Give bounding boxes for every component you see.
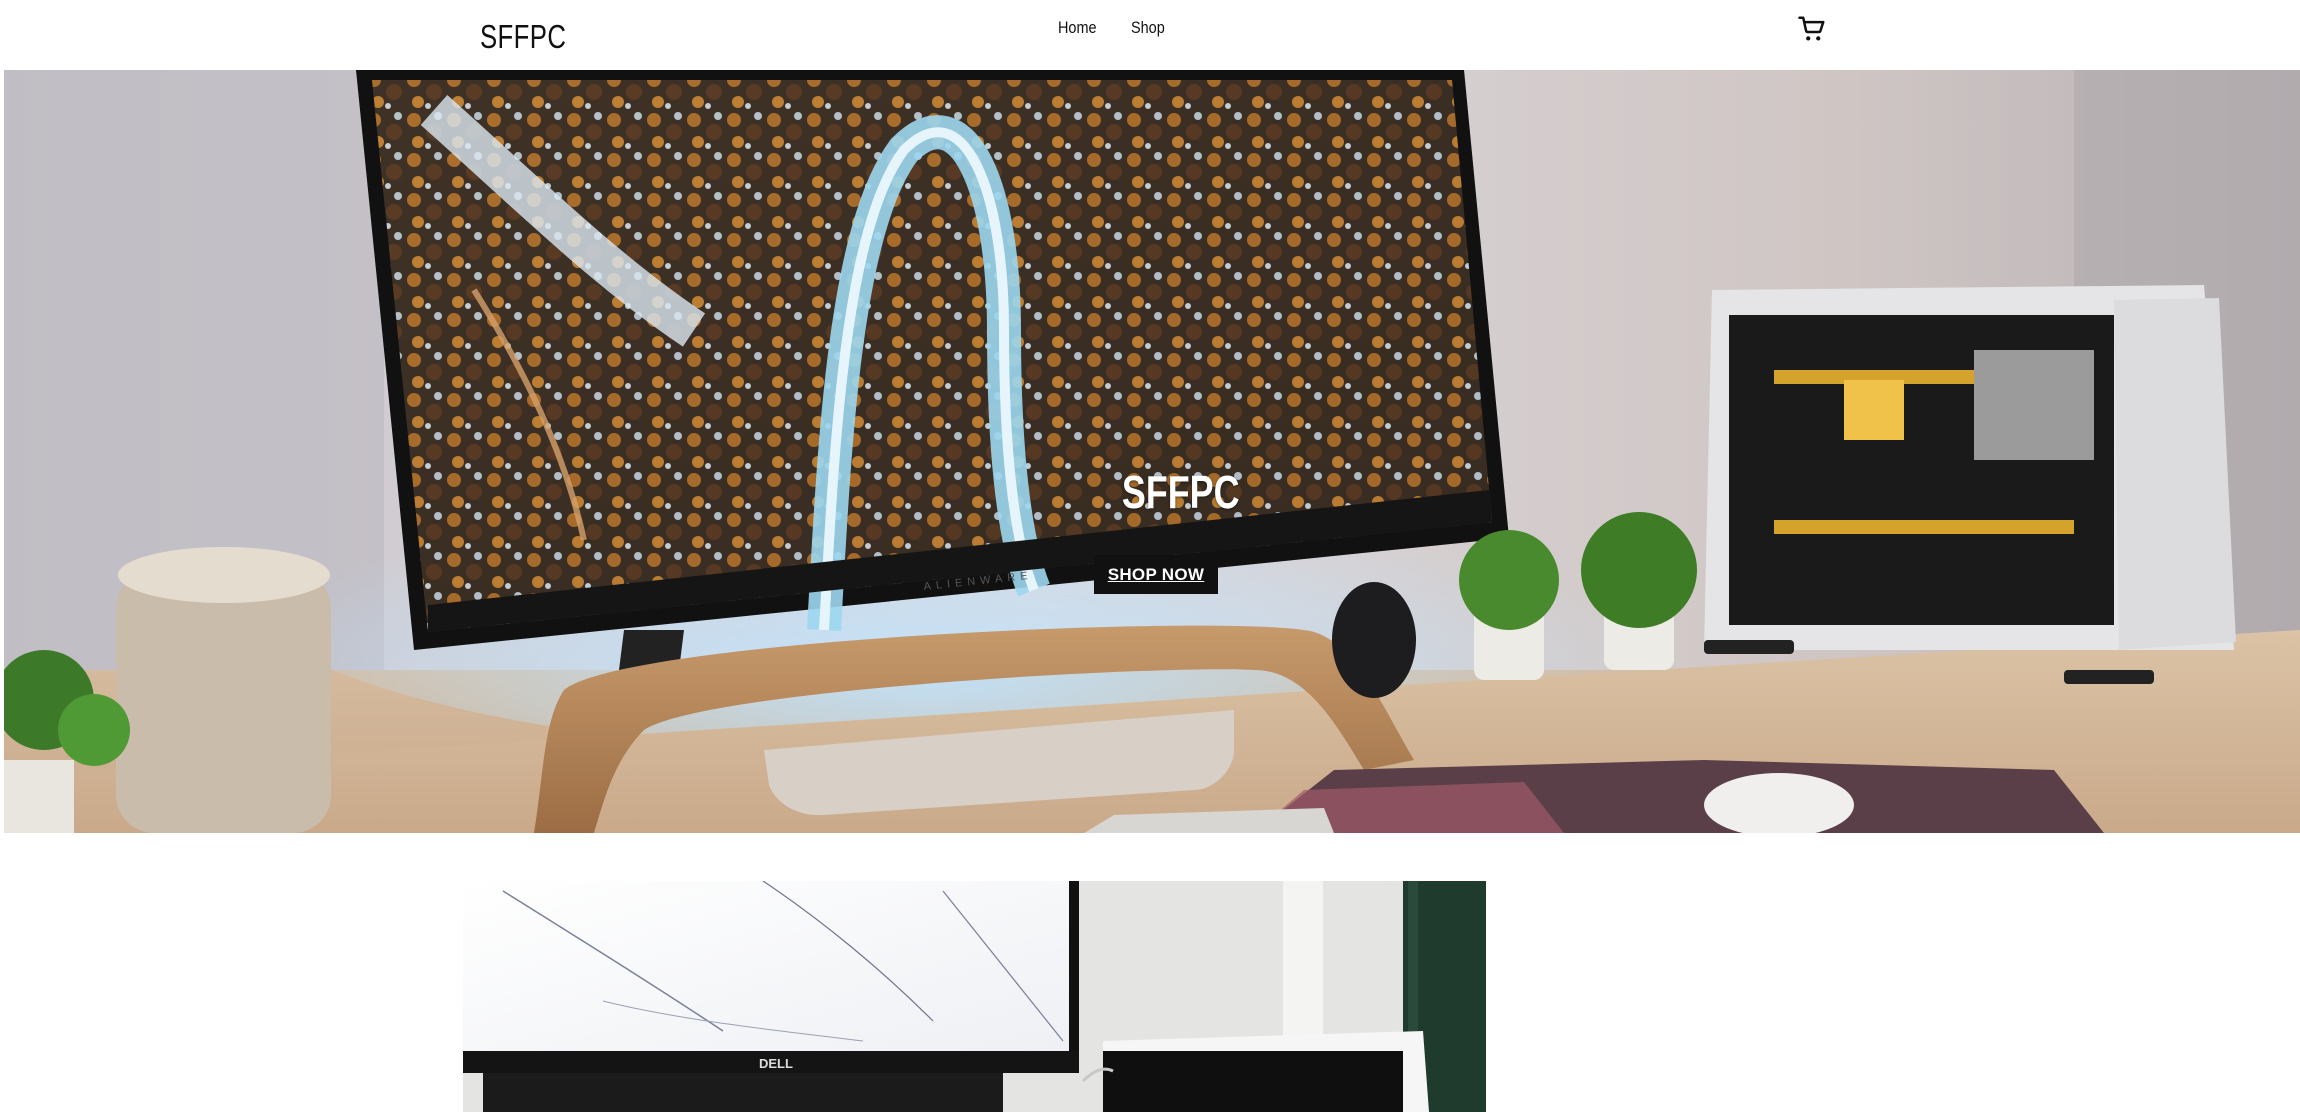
nav-link-home[interactable]: Home <box>1058 18 1097 38</box>
feature-monitor-brand: DELL <box>759 1056 793 1071</box>
site-header: SFFPC Home Shop <box>0 0 2300 70</box>
nav-link-shop[interactable]: Shop <box>1131 18 1165 38</box>
hero-photo: ALIENWARE <box>4 70 2300 833</box>
shop-now-button[interactable]: SHOP NOW <box>1094 555 1218 594</box>
hero-banner: ALIENWARE SFFPC SHOP NOW <box>4 70 2300 833</box>
shopping-cart-icon[interactable] <box>1797 14 1827 44</box>
feature-photo: DELL <box>463 881 1486 1112</box>
feature-image: DELL <box>463 881 1486 1112</box>
brand-logo[interactable]: SFFPC <box>480 18 566 56</box>
hero-title: SFFPC <box>1121 466 1240 518</box>
